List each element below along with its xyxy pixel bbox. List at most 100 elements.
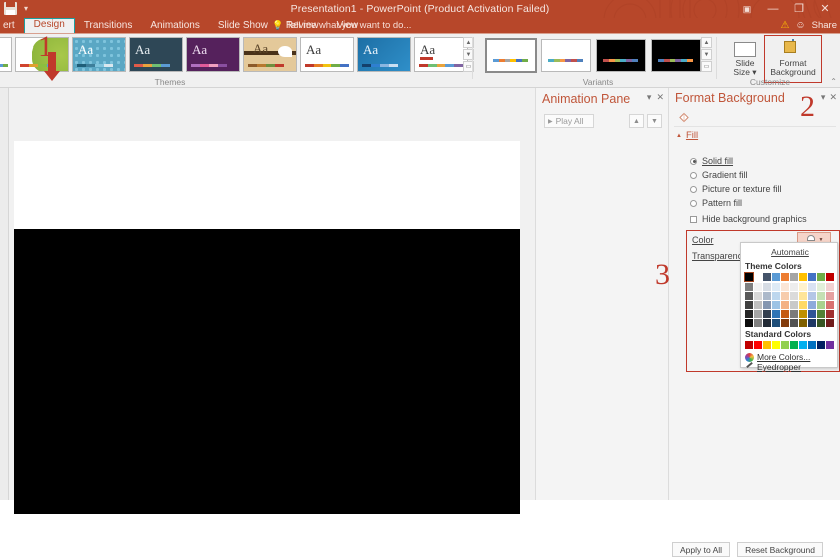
reset-background-button[interactable]: Reset Background	[737, 542, 823, 557]
color-swatch[interactable]	[790, 292, 798, 300]
theme-thumbnail[interactable]	[0, 37, 12, 72]
color-swatch[interactable]	[826, 319, 834, 327]
tab-transitions[interactable]: Transitions	[75, 18, 142, 33]
theme-thumbnail[interactable]: Aa	[243, 37, 297, 72]
color-swatch[interactable]	[772, 273, 780, 281]
format-background-options-icon[interactable]: ▾	[821, 92, 826, 103]
hide-background-graphics-checkbox[interactable]	[690, 216, 697, 223]
variants-scroll-down-button[interactable]: ▼	[701, 49, 712, 60]
theme-thumbnail[interactable]: Aa	[186, 37, 240, 72]
color-swatch[interactable]	[808, 283, 816, 291]
color-swatch[interactable]	[745, 310, 753, 318]
slide-size-button[interactable]: Slide Size ▾	[724, 37, 766, 77]
color-swatch[interactable]	[772, 310, 780, 318]
color-swatch[interactable]	[817, 319, 825, 327]
color-swatch[interactable]	[745, 292, 753, 300]
solid-fill-option[interactable]: Solid fill	[690, 156, 733, 166]
color-swatch[interactable]	[781, 273, 789, 281]
move-later-button[interactable]: ▼	[647, 114, 662, 128]
tell-me-search[interactable]: 💡 Tell me what you want to do...	[272, 18, 411, 33]
color-swatch[interactable]	[799, 273, 807, 281]
slide-stage[interactable]	[14, 141, 520, 516]
theme-thumbnail[interactable]: Aa	[72, 37, 126, 72]
color-dropdown-menu[interactable]: Automatic Theme Colors Standard Colors M…	[740, 242, 838, 368]
color-swatch[interactable]	[808, 341, 816, 349]
variant-thumbnail[interactable]	[596, 39, 646, 72]
color-swatch[interactable]	[799, 310, 807, 318]
color-swatch[interactable]	[826, 310, 834, 318]
share-button[interactable]: Share	[812, 20, 837, 31]
color-swatch[interactable]	[790, 273, 798, 281]
tab-insert[interactable]: ert	[0, 18, 24, 33]
theme-colors-base-row[interactable]	[745, 273, 834, 281]
hide-background-graphics-option[interactable]: Hide background graphics	[690, 214, 807, 224]
color-swatch[interactable]	[772, 341, 780, 349]
color-swatch[interactable]	[745, 273, 753, 281]
color-swatch[interactable]	[754, 319, 762, 327]
color-swatch[interactable]	[826, 292, 834, 300]
color-swatch[interactable]	[754, 273, 762, 281]
format-background-header-buttons[interactable]: ▾ ✕	[821, 92, 837, 103]
slide-canvas[interactable]	[14, 229, 520, 514]
animation-reorder-buttons[interactable]: ▲ ▼	[629, 114, 662, 128]
pattern-fill-radio[interactable]	[690, 200, 697, 207]
color-swatch[interactable]	[754, 283, 762, 291]
color-swatch[interactable]	[745, 341, 753, 349]
color-swatch[interactable]	[781, 319, 789, 327]
color-swatch[interactable]	[763, 310, 771, 318]
color-swatch[interactable]	[826, 283, 834, 291]
color-swatch[interactable]	[745, 283, 753, 291]
titlebar-right-actions[interactable]: ⚠ ☺ Share	[780, 18, 837, 33]
apply-to-all-button[interactable]: Apply to All	[672, 542, 730, 557]
color-swatch[interactable]	[754, 292, 762, 300]
play-all-button[interactable]: ▶ Play All	[544, 114, 594, 128]
color-swatch[interactable]	[826, 341, 834, 349]
slide-thumbnail-pane[interactable]	[0, 88, 9, 500]
automatic-color-item[interactable]: Automatic	[741, 245, 839, 258]
close-button[interactable]: ✕	[812, 0, 838, 18]
color-swatch[interactable]	[763, 341, 771, 349]
theme-thumbnail[interactable]: Aa	[300, 37, 354, 72]
move-earlier-button[interactable]: ▲	[629, 114, 644, 128]
color-swatch[interactable]	[745, 301, 753, 309]
color-swatch[interactable]	[808, 292, 816, 300]
gradient-fill-option[interactable]: Gradient fill	[690, 170, 748, 180]
color-swatch[interactable]	[781, 310, 789, 318]
color-swatch[interactable]	[790, 341, 798, 349]
restore-button[interactable]: ❐	[786, 0, 812, 18]
color-swatch[interactable]	[763, 292, 771, 300]
color-swatch[interactable]	[799, 283, 807, 291]
solid-fill-radio[interactable]	[690, 158, 697, 165]
color-swatch[interactable]	[772, 292, 780, 300]
variants-more-button[interactable]: ▭	[701, 61, 712, 72]
color-swatch[interactable]	[817, 310, 825, 318]
pattern-fill-option[interactable]: Pattern fill	[690, 198, 742, 208]
animation-pane-header-buttons[interactable]: ▾ ✕	[647, 92, 664, 103]
standard-colors-row[interactable]	[745, 341, 834, 349]
color-swatch[interactable]	[817, 283, 825, 291]
variants-gallery-scroll[interactable]: ▲ ▼ ▭	[701, 37, 712, 72]
color-swatch[interactable]	[817, 273, 825, 281]
collapse-ribbon-icon[interactable]: ⌃	[830, 77, 837, 86]
variant-thumbnail[interactable]	[486, 39, 536, 72]
color-swatch[interactable]	[790, 319, 798, 327]
eyedropper-item[interactable]: Eyedropper	[745, 362, 801, 372]
activation-warning-icon[interactable]: ⚠	[780, 20, 789, 31]
color-swatch[interactable]	[826, 301, 834, 309]
tab-animations[interactable]: Animations	[141, 18, 208, 33]
color-swatch[interactable]	[763, 301, 771, 309]
color-swatch[interactable]	[763, 273, 771, 281]
variant-thumbnail[interactable]	[651, 39, 701, 72]
themes-gallery[interactable]: Aa Aa Aa Aa	[0, 37, 468, 72]
theme-thumbnail[interactable]: Aa	[129, 37, 183, 72]
color-swatch[interactable]	[790, 283, 798, 291]
color-swatch[interactable]	[781, 301, 789, 309]
minimize-button[interactable]: —	[760, 0, 786, 18]
color-swatch[interactable]	[817, 341, 825, 349]
animation-pane-options-icon[interactable]: ▾	[647, 92, 652, 103]
paint-bucket-icon[interactable]	[677, 111, 691, 124]
color-swatch[interactable]	[799, 341, 807, 349]
color-swatch[interactable]	[808, 310, 816, 318]
color-swatch[interactable]	[808, 301, 816, 309]
color-swatch[interactable]	[808, 273, 816, 281]
